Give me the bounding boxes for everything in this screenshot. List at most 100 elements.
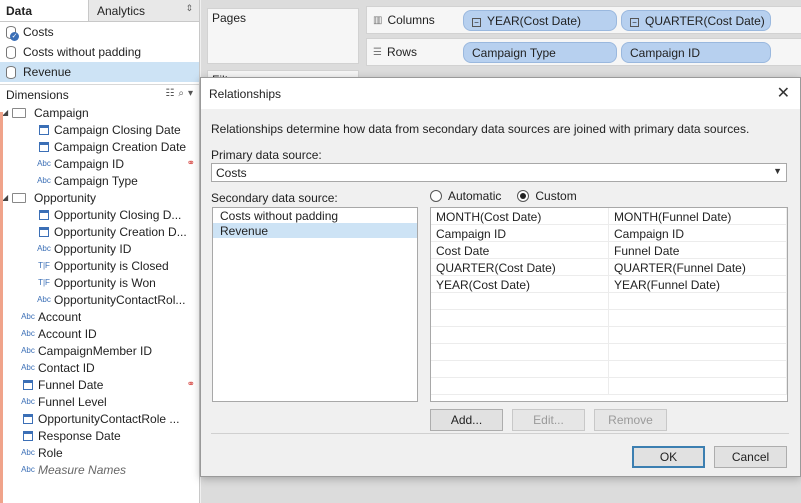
secondary-field-cell	[609, 378, 787, 394]
radio-custom-dot[interactable]	[517, 190, 530, 202]
pill-label: YEAR(Cost Date)	[487, 14, 582, 28]
add-button[interactable]: Add...	[430, 409, 503, 431]
field-item[interactable]: Campaign Closing Date	[0, 121, 199, 138]
pages-shelf[interactable]: Pages	[207, 8, 359, 64]
calendar-icon	[23, 413, 33, 424]
mapping-row[interactable]: Cost Date Funnel Date	[431, 242, 787, 259]
tab-data[interactable]: Data	[0, 0, 88, 21]
mapping-row[interactable]	[431, 361, 787, 378]
field-item[interactable]: Abc Campaign ID ⚭	[0, 155, 199, 172]
boolean-type-icon: T|F	[38, 261, 50, 270]
field-item[interactable]: Abc Measure Names	[0, 461, 199, 478]
columns-shelf[interactable]: ▥ Columns − YEAR(Cost Date) − QUARTER(Cost …	[366, 6, 801, 34]
field-item[interactable]: Abc Account	[0, 308, 199, 325]
radio-automatic[interactable]: Automatic	[430, 189, 501, 203]
secondary-field-cell	[609, 344, 787, 360]
expand-collapse-icon[interactable]: −	[472, 18, 481, 27]
radio-custom[interactable]: Custom	[517, 189, 577, 203]
field-item[interactable]: Abc OpportunityContactRol...	[0, 291, 199, 308]
mapping-row[interactable]	[431, 344, 787, 361]
grid-view-icon[interactable]: ☷	[165, 88, 174, 99]
mapping-row[interactable]: MONTH(Cost Date) MONTH(Funnel Date)	[431, 208, 787, 225]
dropdown-icon[interactable]: ▾	[188, 88, 193, 99]
boolean-type-icon: T|F	[38, 278, 50, 287]
field-item[interactable]: Abc Role	[0, 444, 199, 461]
data-source-label: Revenue	[23, 65, 72, 79]
data-source-item[interactable]: Revenue	[0, 62, 199, 82]
field-item[interactable]: Campaign Creation Date	[0, 138, 199, 155]
field-item[interactable]: Abc Account ID	[0, 325, 199, 342]
mapping-row[interactable]: QUARTER(Cost Date) QUARTER(Funnel Date)	[431, 259, 787, 276]
expand-collapse-icon[interactable]: −	[630, 18, 639, 27]
secondary-field-cell	[609, 310, 787, 326]
dimensions-label: Dimensions	[6, 87, 69, 102]
tab-analytics[interactable]: Analytics ⇕	[88, 0, 199, 21]
data-source-label: Costs without padding	[23, 45, 142, 59]
field-tree: ◢ Campaign Campaign Closing Date Campaign C…	[0, 104, 199, 478]
mapping-row[interactable]	[431, 310, 787, 327]
field-label: CampaignMember ID	[38, 343, 153, 358]
field-item[interactable]: Abc CampaignMember ID	[0, 342, 199, 359]
data-source-item[interactable]: ✓ Costs	[0, 22, 199, 42]
radio-automatic-dot[interactable]	[430, 190, 442, 202]
columns-shelf-name: ▥ Columns	[373, 13, 435, 27]
field-item[interactable]: Response Date	[0, 427, 199, 444]
primary-field-cell	[431, 344, 609, 360]
data-source-list: ✓ Costs Costs without padding Revenue	[0, 22, 199, 82]
field-item[interactable]: Opportunity Closing D...	[0, 206, 199, 223]
field-item[interactable]: Opportunity Creation D...	[0, 223, 199, 240]
mapping-row[interactable]: YEAR(Cost Date) YEAR(Funnel Date)	[431, 276, 787, 293]
remove-button[interactable]: Remove	[594, 409, 667, 431]
field-item[interactable]: OpportunityContactRole ...	[0, 410, 199, 427]
secondary-source-item[interactable]: Costs without padding	[213, 208, 417, 223]
field-item[interactable]: Abc Funnel Level	[0, 393, 199, 410]
dialog-titlebar: Relationships ✕	[201, 78, 800, 109]
field-label: Funnel Date	[38, 377, 104, 392]
cancel-button[interactable]: Cancel	[714, 446, 787, 468]
field-item[interactable]: Abc Opportunity ID	[0, 240, 199, 257]
pane-tabs: Data Analytics ⇕	[0, 0, 199, 22]
shelf-pill[interactable]: Campaign Type	[463, 42, 617, 63]
caret-down-icon[interactable]: ◢	[2, 108, 12, 117]
field-item[interactable]: T|F Opportunity is Won	[0, 274, 199, 291]
field-item[interactable]: Abc Campaign Type	[0, 172, 199, 189]
folder-item[interactable]: ◢ Opportunity	[0, 189, 199, 206]
field-item[interactable]: Abc Contact ID	[0, 359, 199, 376]
edit-button[interactable]: Edit...	[512, 409, 585, 431]
field-label: Account ID	[38, 326, 97, 341]
field-item[interactable]: Funnel Date ⚭	[0, 376, 199, 393]
string-type-icon: Abc	[37, 244, 51, 253]
pages-label: Pages	[212, 11, 247, 25]
rows-shelf-name: ☰ Rows	[373, 45, 417, 59]
field-item[interactable]: T|F Opportunity is Closed	[0, 257, 199, 274]
caret-down-icon[interactable]: ◢	[2, 193, 12, 202]
mapping-row[interactable]: Campaign ID Campaign ID	[431, 225, 787, 242]
secondary-field-cell	[609, 327, 787, 343]
primary-field-cell	[431, 378, 609, 394]
primary-field-cell	[431, 310, 609, 326]
mapping-row[interactable]	[431, 378, 787, 395]
shelf-pill[interactable]: − YEAR(Cost Date)	[463, 10, 617, 31]
primary-source-select[interactable]: Costs ▼	[211, 163, 787, 182]
dimension-accent-bar	[0, 112, 3, 503]
secondary-source-item[interactable]: Revenue	[213, 223, 417, 238]
mapping-row[interactable]	[431, 327, 787, 344]
search-icon[interactable]: ⌕	[178, 88, 184, 99]
ok-button[interactable]: OK	[632, 446, 705, 468]
folder-item[interactable]: ◢ Campaign	[0, 104, 199, 121]
rows-shelf[interactable]: ☰ Rows Campaign Type Campaign ID	[366, 38, 801, 66]
close-icon[interactable]: ✕	[777, 83, 790, 103]
field-label: Opportunity is Won	[54, 275, 156, 290]
field-mapping-table[interactable]: MONTH(Cost Date) MONTH(Funnel Date) Campai…	[430, 207, 788, 402]
shelf-pill[interactable]: − QUARTER(Cost Date)	[621, 10, 771, 31]
updown-icon[interactable]: ⇕	[185, 3, 193, 14]
data-source-item[interactable]: Costs without padding	[0, 42, 199, 62]
field-label: Campaign ID	[54, 156, 125, 171]
folder-label: Opportunity	[34, 190, 97, 205]
shelf-pill[interactable]: Campaign ID	[621, 42, 771, 63]
string-type-icon: Abc	[21, 465, 35, 474]
field-label: Opportunity ID	[54, 241, 132, 256]
secondary-source-list[interactable]: Costs without padding Revenue	[212, 207, 418, 402]
mapping-row[interactable]	[431, 293, 787, 310]
pill-label: Campaign ID	[630, 46, 701, 60]
